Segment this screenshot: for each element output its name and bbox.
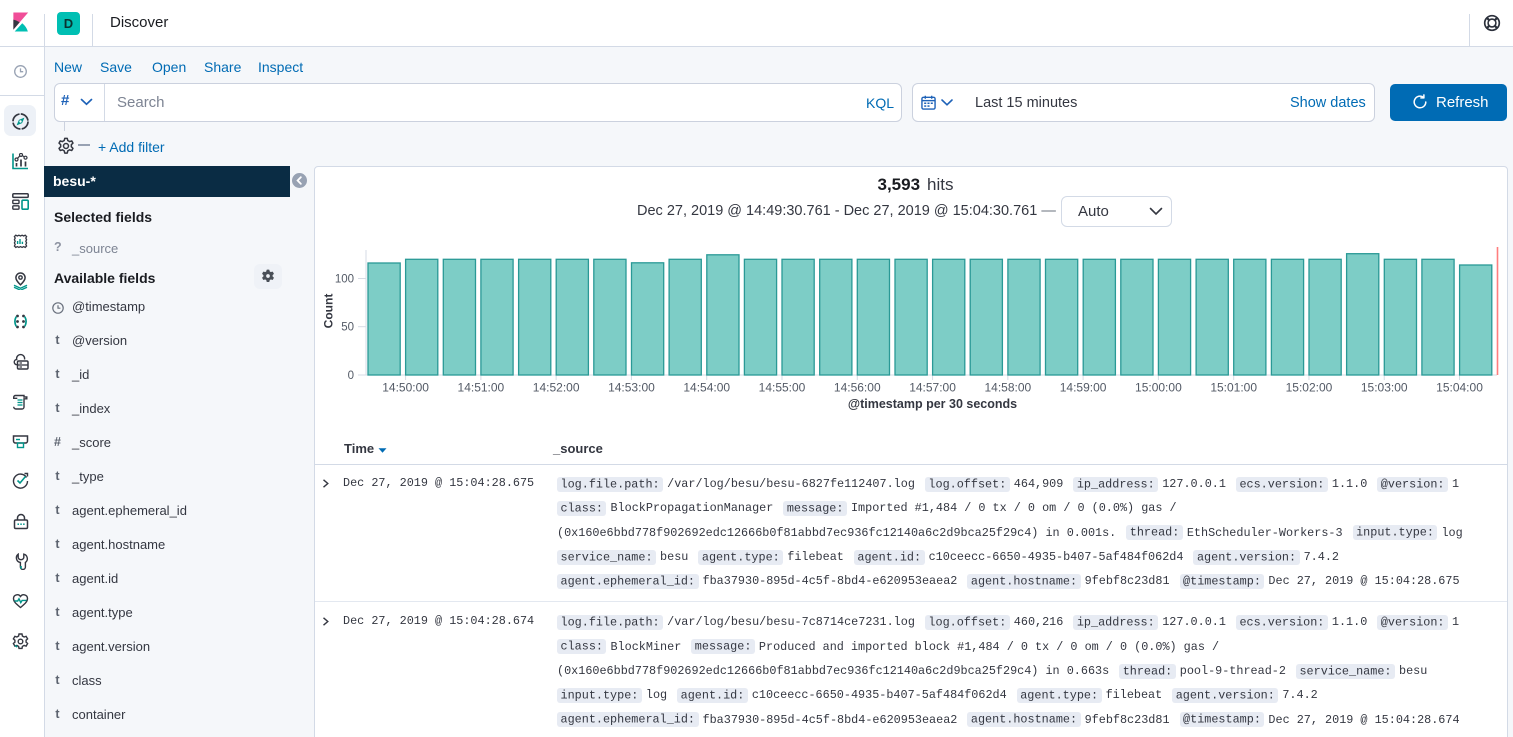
svg-text:14:50:00: 14:50:00 [382,381,429,395]
svg-text:15:00:00: 15:00:00 [1135,381,1182,395]
svg-text:14:53:00: 14:53:00 [608,381,655,395]
svg-text:15:03:00: 15:03:00 [1361,381,1408,395]
svg-text:14:56:00: 14:56:00 [834,381,881,395]
svg-text:15:04:00: 15:04:00 [1436,381,1483,395]
svg-text:0: 0 [348,370,354,382]
svg-text:50: 50 [341,322,354,334]
svg-text:14:51:00: 14:51:00 [458,381,505,395]
svg-text:14:52:00: 14:52:00 [533,381,580,395]
svg-text:100: 100 [335,274,354,286]
svg-text:14:57:00: 14:57:00 [909,381,956,395]
svg-text:15:01:00: 15:01:00 [1210,381,1257,395]
svg-text:@timestamp per 30 seconds: @timestamp per 30 seconds [848,397,1017,411]
svg-text:15:02:00: 15:02:00 [1286,381,1333,395]
svg-text:14:58:00: 14:58:00 [984,381,1031,395]
svg-text:Count: Count [322,294,336,329]
svg-text:14:54:00: 14:54:00 [683,381,730,395]
svg-text:14:55:00: 14:55:00 [759,381,806,395]
svg-text:14:59:00: 14:59:00 [1060,381,1107,395]
